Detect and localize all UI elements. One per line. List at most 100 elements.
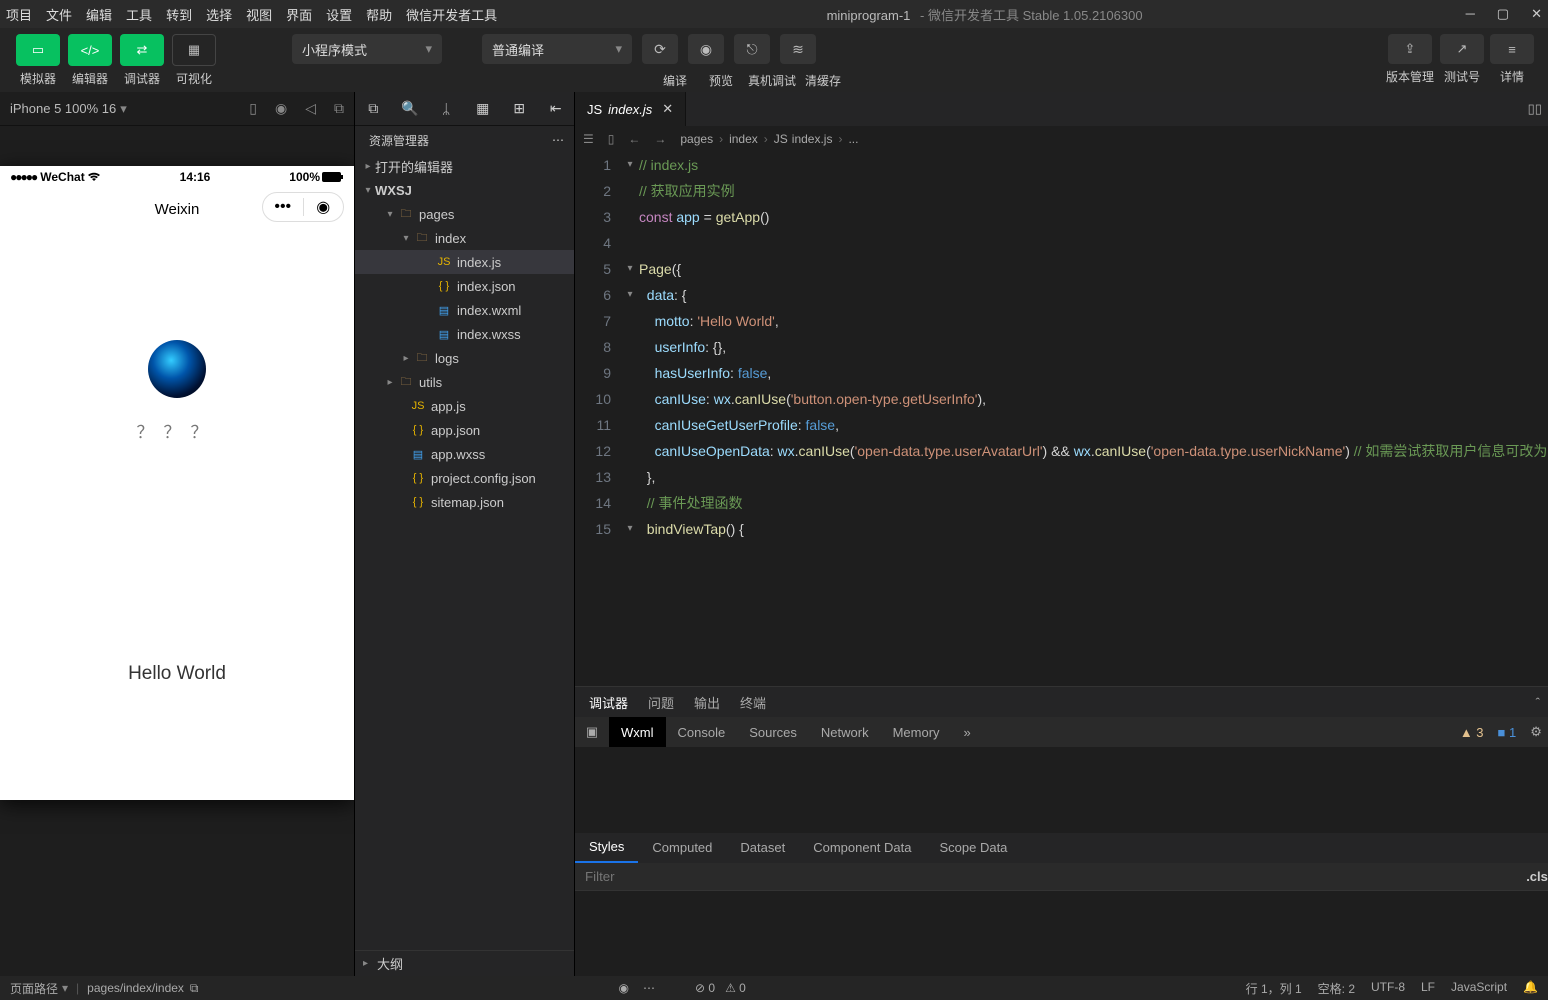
- crumb-file[interactable]: index.js: [792, 132, 833, 146]
- crumb-more[interactable]: ...: [848, 132, 858, 146]
- file-logs[interactable]: ▸🗀logs: [355, 346, 574, 370]
- collapse-icon[interactable]: ⇤: [538, 100, 575, 117]
- devtab-network[interactable]: Network: [809, 717, 881, 747]
- avatar[interactable]: [148, 340, 206, 398]
- project-root[interactable]: ▾WXSJ: [355, 178, 574, 202]
- preview-button[interactable]: ◉: [688, 34, 724, 64]
- split-editor-icon[interactable]: ▯▯: [1528, 101, 1542, 117]
- tab-output[interactable]: 输出: [694, 693, 720, 712]
- lang-info[interactable]: JavaScript: [1451, 980, 1507, 997]
- back-icon[interactable]: ←: [628, 132, 640, 146]
- split-icon[interactable]: ⧉: [334, 100, 344, 117]
- file-index[interactable]: ▾🗀index: [355, 226, 574, 250]
- menu-选择[interactable]: 选择: [206, 5, 232, 24]
- crumb-pages[interactable]: pages: [680, 132, 713, 146]
- close-tab-icon[interactable]: ✕: [662, 101, 673, 117]
- devtab-wxml[interactable]: Wxml: [609, 717, 666, 747]
- mode-select[interactable]: 小程序模式▾: [292, 34, 442, 64]
- inspect-icon[interactable]: ▣: [575, 724, 609, 740]
- device-selector[interactable]: iPhone 5 100% 16: [10, 101, 116, 116]
- gear-icon[interactable]: ⚙: [1530, 724, 1542, 740]
- close-icon[interactable]: ✕: [1531, 6, 1542, 22]
- compile-select[interactable]: 普通编译▾: [482, 34, 632, 64]
- wxml-tree-area[interactable]: [575, 747, 1548, 833]
- more-icon[interactable]: ⋯: [552, 133, 564, 147]
- file-app.js[interactable]: JSapp.js: [355, 394, 574, 418]
- styletab-styles[interactable]: Styles: [575, 833, 638, 863]
- capsule-button[interactable]: ••• ◉: [262, 192, 344, 222]
- code-editor[interactable]: 123456789101112131415 ▾▾▾▾ // index.js//…: [575, 152, 1548, 686]
- styletab-computed[interactable]: Computed: [638, 833, 726, 863]
- details-button[interactable]: ≡: [1490, 34, 1534, 64]
- test-account-button[interactable]: ↗: [1440, 34, 1484, 64]
- git-icon[interactable]: ᛦ: [428, 101, 465, 117]
- menu-设置[interactable]: 设置: [326, 5, 352, 24]
- files-icon[interactable]: ⧉: [355, 100, 392, 117]
- visualize-button[interactable]: ▦: [172, 34, 216, 66]
- styletab-scopedata[interactable]: Scope Data: [925, 833, 1021, 863]
- file-index.wxml[interactable]: ▤index.wxml: [355, 298, 574, 322]
- menu-微信开发者工具[interactable]: 微信开发者工具: [406, 5, 497, 24]
- encoding-info[interactable]: UTF-8: [1371, 980, 1405, 997]
- cls-toggle[interactable]: .cls: [1526, 869, 1548, 884]
- file-app.wxss[interactable]: ▤app.wxss: [355, 442, 574, 466]
- warning-badge[interactable]: ▲ 3: [1460, 725, 1484, 740]
- devtab-console[interactable]: Console: [666, 717, 738, 747]
- forward-icon[interactable]: →: [654, 132, 666, 146]
- outline-section[interactable]: ▸大纲: [355, 950, 574, 976]
- maximize-icon[interactable]: ▢: [1497, 6, 1509, 22]
- warn-count[interactable]: ⚠ 0: [725, 981, 746, 995]
- capsule-menu-icon[interactable]: •••: [263, 198, 304, 216]
- path-label[interactable]: 页面路径: [10, 980, 58, 997]
- tab-terminal[interactable]: 终端: [740, 693, 766, 712]
- copy-icon[interactable]: ⧉: [190, 981, 199, 996]
- file-index.js[interactable]: JSindex.js: [355, 250, 574, 274]
- search-icon[interactable]: 🔍: [392, 100, 429, 117]
- error-count[interactable]: ⊘ 0: [695, 981, 715, 995]
- devtab-more-icon[interactable]: »: [952, 717, 983, 747]
- open-editors-section[interactable]: ▸打开的编辑器: [355, 154, 574, 178]
- tab-debugger[interactable]: 调试器: [589, 693, 628, 712]
- crumb-index[interactable]: index: [729, 132, 758, 146]
- file-index.json[interactable]: { }index.json: [355, 274, 574, 298]
- file-app.json[interactable]: { }app.json: [355, 418, 574, 442]
- current-path[interactable]: pages/index/index: [87, 981, 184, 995]
- menu-转到[interactable]: 转到: [166, 5, 192, 24]
- chevron-up-icon[interactable]: ˆ: [1536, 695, 1540, 710]
- bell-icon[interactable]: 🔔: [1523, 980, 1538, 997]
- indent-info[interactable]: 空格: 2: [1318, 980, 1355, 997]
- file-pages[interactable]: ▾🗀pages: [355, 202, 574, 226]
- menu-文件[interactable]: 文件: [46, 5, 72, 24]
- menu-工具[interactable]: 工具: [126, 5, 152, 24]
- record-icon[interactable]: ◉: [275, 100, 287, 117]
- cursor-pos[interactable]: 行 1，列 1: [1246, 980, 1302, 997]
- styletab-dataset[interactable]: Dataset: [726, 833, 799, 863]
- remote-debug-button[interactable]: ⎋: [734, 34, 770, 64]
- version-button[interactable]: ⇪: [1388, 34, 1432, 64]
- extensions-icon[interactable]: ▦: [465, 100, 502, 117]
- mute-icon[interactable]: ◁: [305, 100, 316, 117]
- eol-info[interactable]: LF: [1421, 980, 1435, 997]
- clear-cache-button[interactable]: ≋: [780, 34, 816, 64]
- simulator-button[interactable]: ▭: [16, 34, 60, 66]
- menu-项目[interactable]: 项目: [6, 5, 32, 24]
- menu-视图[interactable]: 视图: [246, 5, 272, 24]
- list-icon[interactable]: ☰: [583, 132, 594, 146]
- devtab-sources[interactable]: Sources: [737, 717, 809, 747]
- menu-界面[interactable]: 界面: [286, 5, 312, 24]
- menu-帮助[interactable]: 帮助: [366, 5, 392, 24]
- debugger-button[interactable]: ⇄: [120, 34, 164, 66]
- file-project.config.json[interactable]: { }project.config.json: [355, 466, 574, 490]
- menu-编辑[interactable]: 编辑: [86, 5, 112, 24]
- more-icon[interactable]: ⋯: [643, 981, 655, 995]
- chevron-down-icon[interactable]: ▾: [120, 101, 127, 117]
- filter-input[interactable]: [585, 869, 1526, 884]
- minimize-icon[interactable]: ─: [1466, 6, 1475, 22]
- file-utils[interactable]: ▸🗀utils: [355, 370, 574, 394]
- motto-text[interactable]: Hello World: [128, 663, 226, 685]
- eye-icon[interactable]: ◉: [619, 981, 629, 995]
- capsule-close-icon[interactable]: ◉: [304, 197, 344, 217]
- info-badge[interactable]: ■ 1: [1498, 725, 1517, 740]
- compile-button[interactable]: ⟳: [642, 34, 678, 64]
- tab-index-js[interactable]: JS index.js ✕: [575, 92, 686, 126]
